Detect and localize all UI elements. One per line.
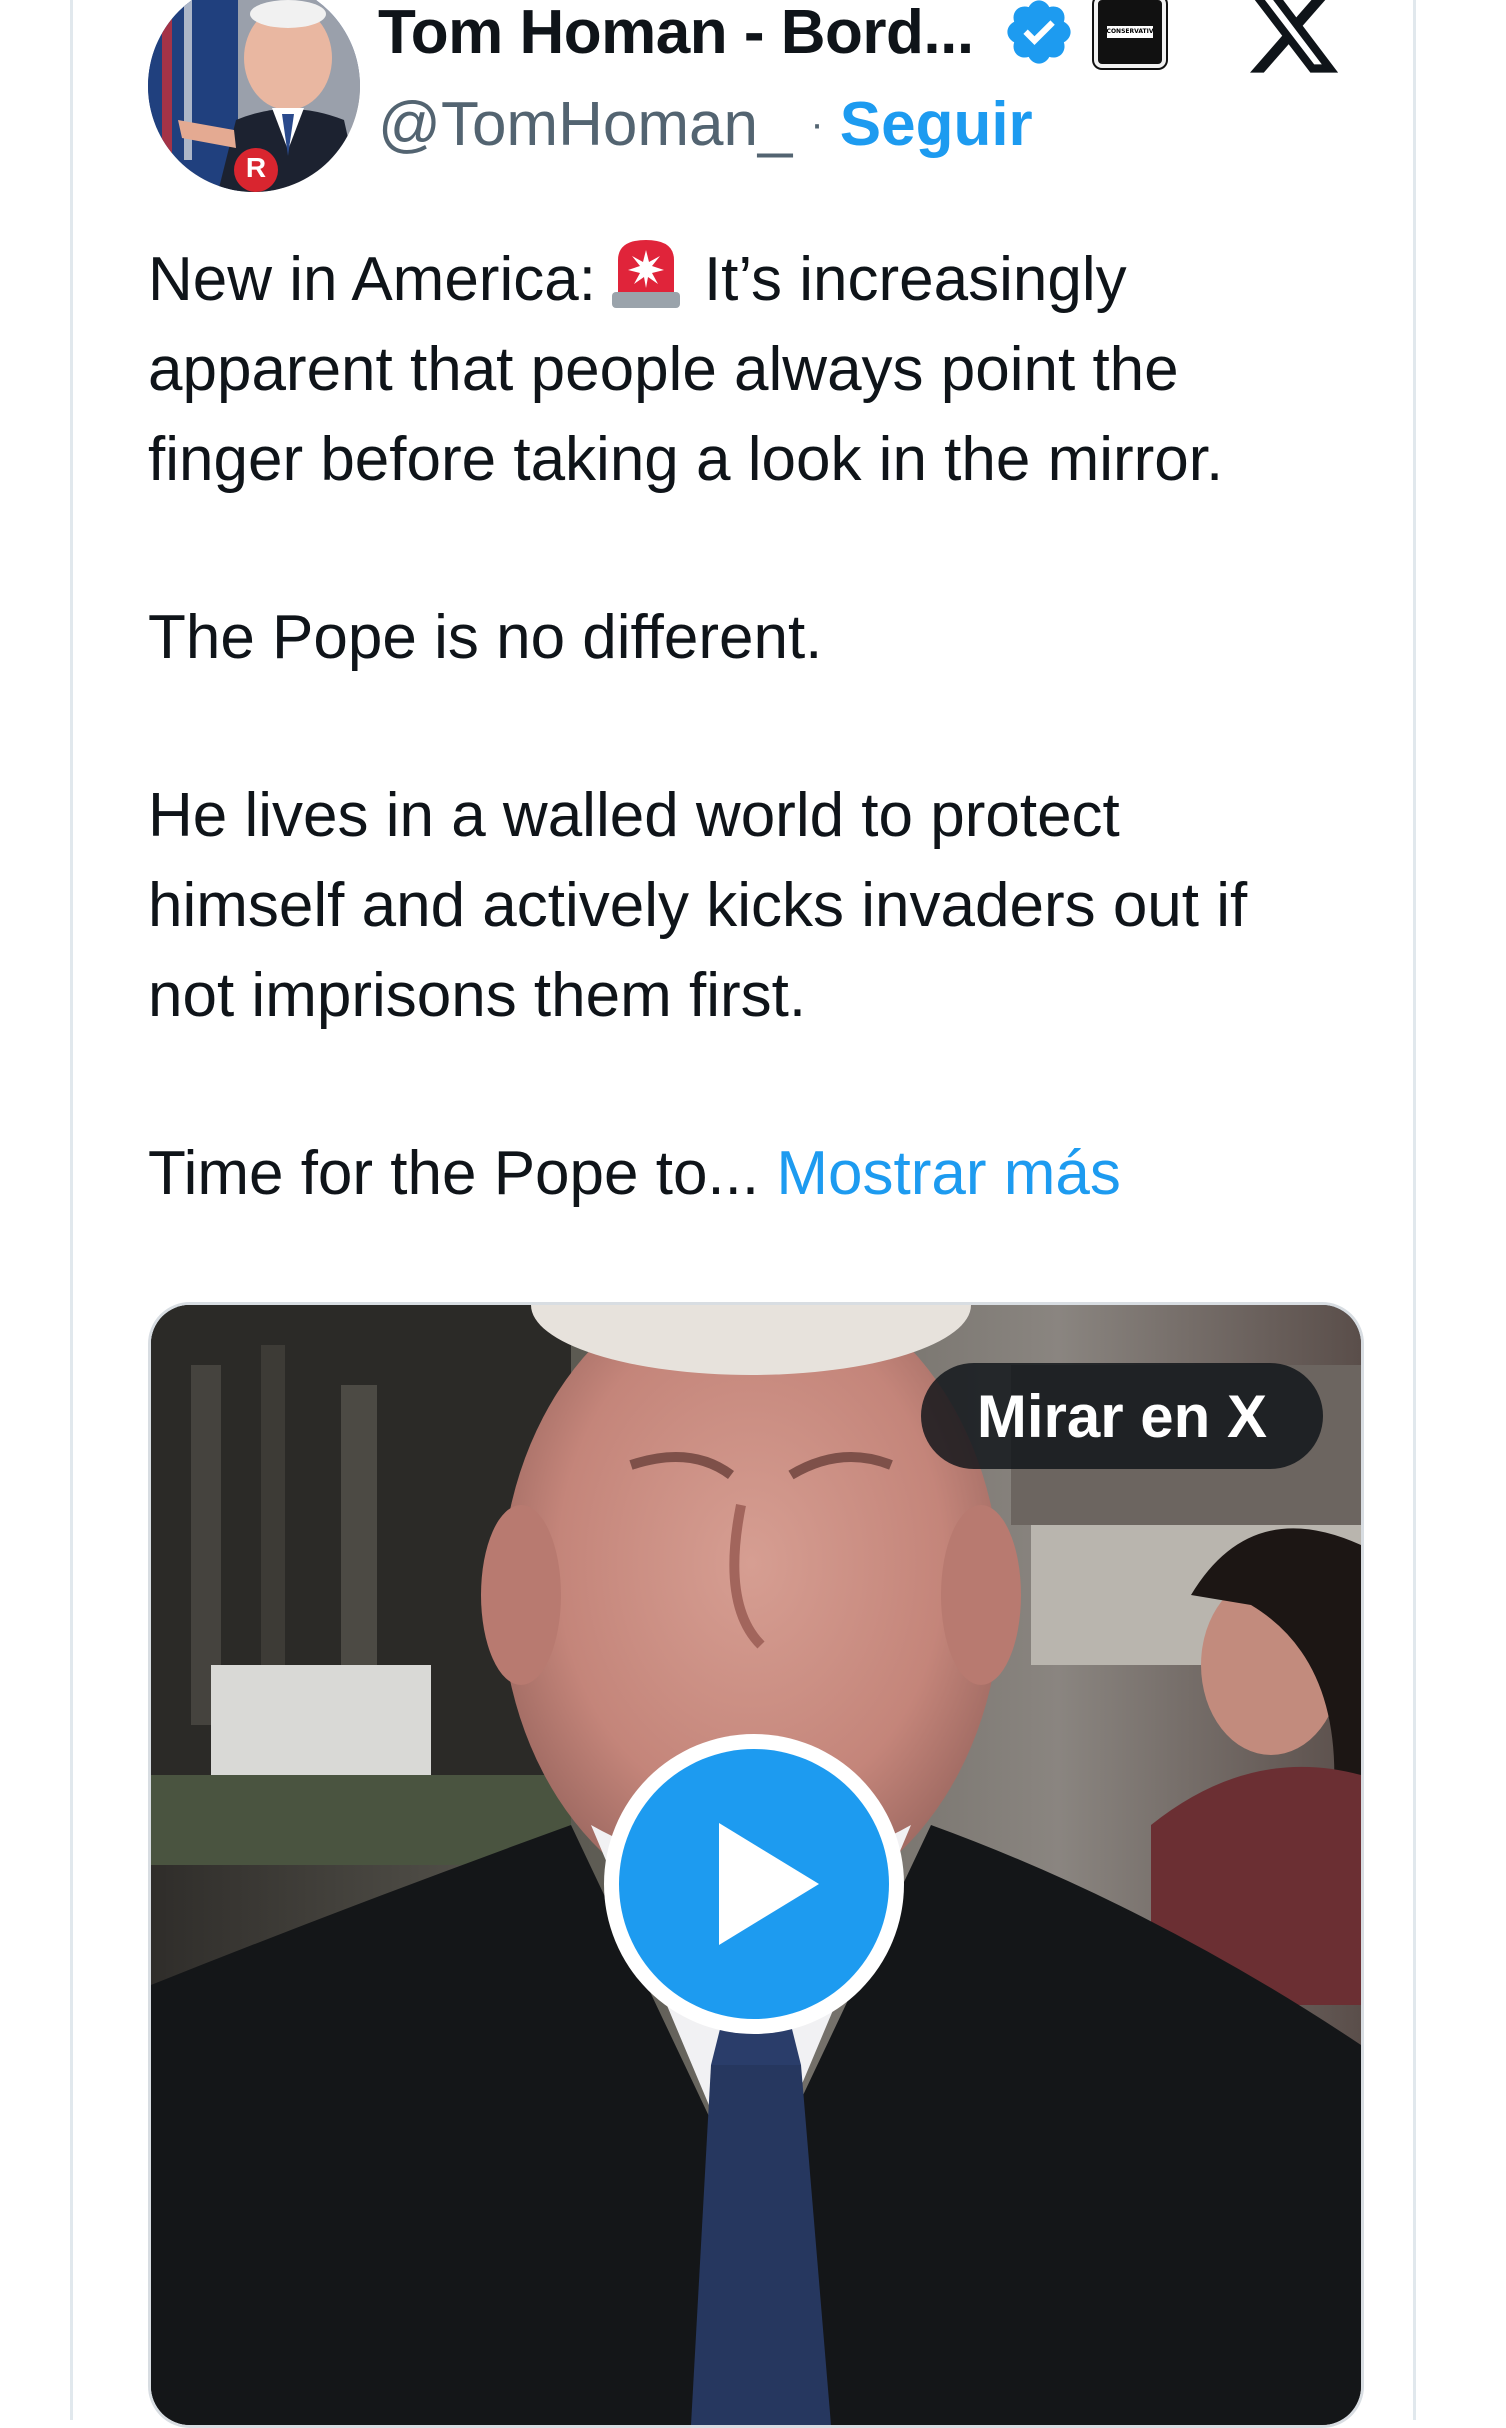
author-handle[interactable]: @TomHoman_ (378, 89, 792, 160)
tweet-text: New in America: It’s increasingly appare… (148, 232, 1378, 1219)
tweet-line: He lives in a walled world to protect (148, 781, 1120, 850)
tweet-line: apparent that people always point the (148, 335, 1179, 404)
video-thumbnail[interactable]: Mirar en X (148, 1302, 1364, 2428)
tweet-line: New in America: It’s increasingly (148, 232, 1378, 325)
tweet-line: The Pope is no different. (148, 603, 823, 672)
tweet-line: finger before taking a look in the mirro… (148, 425, 1224, 494)
tweet-line1-prefix: New in America: (148, 245, 596, 314)
author-handle-row: @TomHoman_ · Seguir (378, 84, 1033, 164)
separator-dot: · (810, 101, 824, 146)
tweet-line: not imprisons them first. (148, 961, 807, 1030)
author-name-row: Tom Homan - Bord... CONSERVATIVE (378, 0, 1166, 78)
author-display-name[interactable]: Tom Homan - Bord... (378, 0, 974, 68)
watch-on-x-button[interactable]: Mirar en X (920, 1363, 1323, 1469)
tweet-line1-suffix: It’s increasingly (703, 245, 1127, 314)
follow-button[interactable]: Seguir (840, 89, 1033, 160)
author-avatar[interactable]: R (148, 0, 360, 192)
affiliation-badge-text: CONSERVATIVE (1106, 26, 1153, 38)
show-more-link[interactable]: Mostrar más (776, 1139, 1120, 1208)
avatar-badge-letter: R (245, 152, 267, 183)
tweet-card[interactable]: R Tom Homan - Bord... CONSERVATIVE @TomH… (70, 0, 1416, 2428)
play-icon[interactable] (601, 1731, 907, 2037)
verified-badge-icon (1006, 0, 1071, 64)
tweet-line: Time for the Pope to... Mostrar más (148, 1129, 1378, 1219)
x-logo-icon[interactable] (1243, 0, 1343, 82)
tweet-line: himself and actively kicks invaders out … (148, 871, 1248, 940)
affiliation-badge-icon[interactable]: CONSERVATIVE (1093, 0, 1166, 68)
rotating-light-icon (611, 240, 680, 308)
tweet-truncated-text: Time for the Pope to... (148, 1139, 760, 1208)
